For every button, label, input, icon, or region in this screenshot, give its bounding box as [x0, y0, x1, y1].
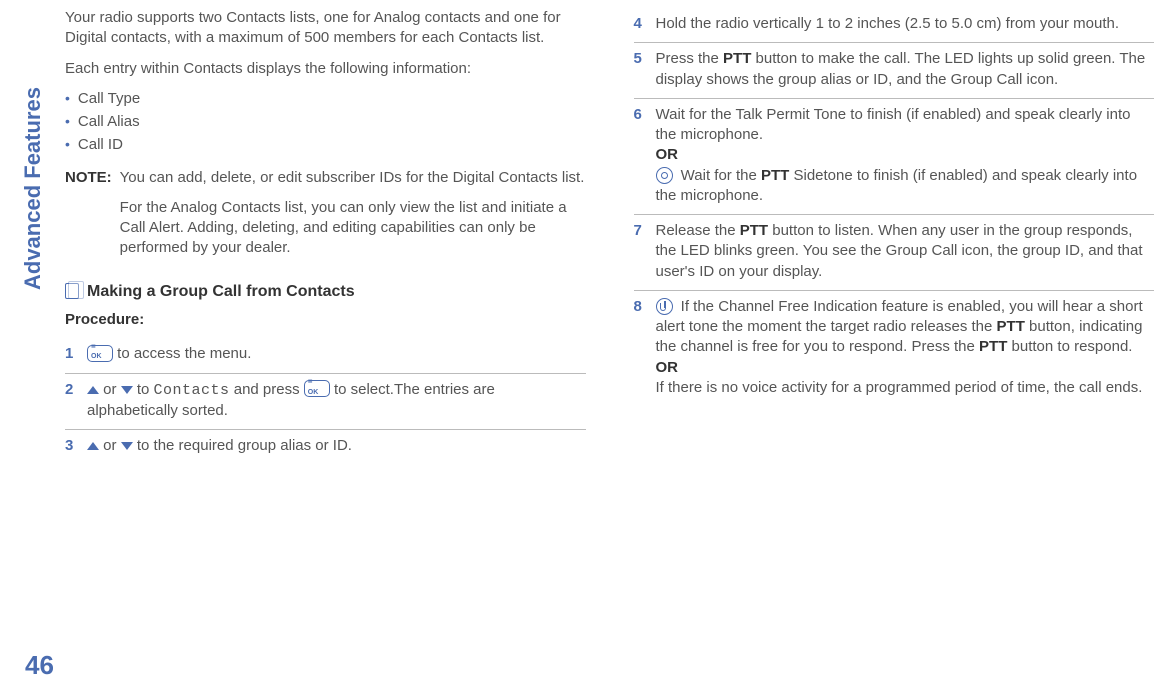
left-column: Your radio supports two Contacts lists, …: [65, 8, 586, 464]
up-arrow-icon: [87, 442, 99, 450]
step-body: Wait for the Talk Permit Tone to finish …: [656, 105, 1155, 206]
procedure-step-4: 4 Hold the radio vertically 1 to 2 inche…: [634, 8, 1155, 43]
bullet-text: Call Alias: [78, 112, 140, 132]
procedure-step-1: 1 to access the menu.: [65, 338, 586, 373]
step-text: to: [133, 381, 154, 398]
step-text: Release the: [656, 222, 740, 239]
step-number: 6: [634, 105, 646, 206]
bullet-item: • Call Type: [65, 89, 586, 109]
sidebar-section-label-text: Advanced Features: [20, 87, 45, 290]
note-paragraph-1: You can add, delete, or edit subscriber …: [120, 168, 586, 188]
antenna-icon: [656, 298, 673, 315]
procedure-step-8: 8 If the Channel Free Indication feature…: [634, 291, 1155, 406]
ptt-label: PTT: [997, 318, 1025, 335]
sidebar-section-label: Advanced Features: [20, 87, 46, 290]
step-body: or to Contacts and press to select.The e…: [87, 380, 586, 422]
bullet-item: • Call Alias: [65, 112, 586, 132]
procedure-step-2: 2 or to Contacts and press to select.The…: [65, 374, 586, 431]
bullet-text: Call ID: [78, 135, 123, 155]
step-number: 8: [634, 297, 646, 398]
step-number: 7: [634, 221, 646, 282]
down-arrow-icon: [121, 442, 133, 450]
right-column: 4 Hold the radio vertically 1 to 2 inche…: [634, 8, 1155, 464]
procedure-step-7: 7 Release the PTT button to listen. When…: [634, 215, 1155, 291]
step-text: or: [99, 437, 121, 454]
step-number: 1: [65, 344, 77, 364]
step-number: 3: [65, 436, 77, 456]
content-columns: Your radio supports two Contacts lists, …: [65, 8, 1154, 464]
procedure-step-3: 3 or to the required group alias or ID.: [65, 430, 586, 464]
step-text: button to respond.: [1007, 338, 1132, 355]
procedure-step-6: 6 Wait for the Talk Permit Tone to finis…: [634, 99, 1155, 215]
bullet-icon: •: [65, 89, 70, 108]
bullet-text: Call Type: [78, 89, 140, 109]
step-text: Wait for the Talk Permit Tone to finish …: [656, 105, 1155, 146]
note-label: NOTE:: [65, 168, 112, 269]
ptt-label: PTT: [740, 222, 768, 239]
ok-key-icon: [304, 380, 330, 397]
or-label: OR: [656, 358, 1155, 378]
section-title: Making a Group Call from Contacts: [87, 281, 355, 303]
ptt-label: PTT: [723, 50, 751, 67]
step-text: and press: [230, 381, 304, 398]
menu-item-contacts: Contacts: [154, 382, 230, 399]
microphone-icon: [656, 167, 673, 184]
step-body: to access the menu.: [87, 344, 586, 364]
procedure-step-5: 5 Press the PTT button to make the call.…: [634, 43, 1155, 99]
step-text: or: [99, 381, 121, 398]
step-number: 2: [65, 380, 77, 422]
step-text: Press the: [656, 50, 724, 67]
ptt-label: PTT: [979, 338, 1007, 355]
down-arrow-icon: [121, 386, 133, 394]
note-body: You can add, delete, or edit subscriber …: [120, 168, 586, 269]
intro-paragraph-2: Each entry within Contacts displays the …: [65, 59, 586, 79]
step-text: to access the menu.: [113, 345, 251, 362]
step-body: If the Channel Free Indication feature i…: [656, 297, 1155, 398]
section-heading: Making a Group Call from Contacts: [65, 281, 586, 303]
step-number: 4: [634, 14, 646, 34]
step-text: If there is no voice activity for a prog…: [656, 378, 1155, 398]
step-body: Hold the radio vertically 1 to 2 inches …: [656, 14, 1155, 34]
ok-key-icon: [87, 345, 113, 362]
step-text: Wait for the: [677, 167, 761, 184]
ptt-label: PTT: [761, 167, 789, 184]
note-paragraph-2: For the Analog Contacts list, you can on…: [120, 198, 586, 259]
step-text: Hold the radio vertically 1 to 2 inches …: [656, 14, 1155, 34]
step-text: to the required group alias or ID.: [133, 437, 352, 454]
or-label: OR: [656, 145, 1155, 165]
intro-paragraph-1: Your radio supports two Contacts lists, …: [65, 8, 586, 49]
step-number: 5: [634, 49, 646, 90]
page-number: 46: [25, 650, 54, 681]
step-body: Release the PTT button to listen. When a…: [656, 221, 1155, 282]
step-body: Press the PTT button to make the call. T…: [656, 49, 1155, 90]
up-arrow-icon: [87, 386, 99, 394]
bullet-icon: •: [65, 112, 70, 131]
page-number-text: 46: [25, 650, 54, 680]
section-icon: [65, 283, 79, 299]
bullet-item: • Call ID: [65, 135, 586, 155]
procedure-label: Procedure:: [65, 310, 586, 330]
bullet-icon: •: [65, 135, 70, 154]
step-body: or to the required group alias or ID.: [87, 436, 586, 456]
note-block: NOTE: You can add, delete, or edit subsc…: [65, 168, 586, 269]
